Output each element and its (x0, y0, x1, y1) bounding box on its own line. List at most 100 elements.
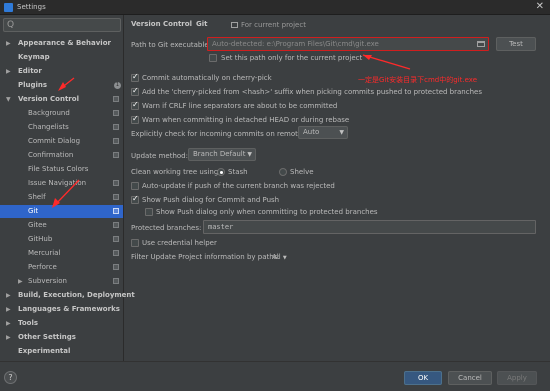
path-label: Path to Git executable: (131, 41, 211, 49)
project-scope-icon (113, 194, 119, 200)
explicit-check-select[interactable]: Auto ▼ (298, 126, 348, 139)
project-scope-icon (113, 278, 119, 284)
project-scope-icon (113, 208, 119, 214)
settings-sidebar: Q ▶ Appearance & Behavior Keymap ▶ Edito… (0, 15, 135, 361)
sidebar-item-git[interactable]: Git (0, 205, 123, 218)
sidebar-item-background[interactable]: Background (0, 107, 123, 120)
chevron-right-icon: ▶ (6, 306, 11, 313)
show-push-dialog-label: Show Push dialog for Commit and Push (142, 196, 280, 204)
project-icon (231, 22, 238, 28)
sidebar-item-other-settings[interactable]: ▶ Other Settings (0, 331, 123, 344)
folder-icon[interactable] (477, 41, 485, 47)
project-scope-icon (113, 180, 119, 186)
filter-select[interactable]: All ▼ (272, 253, 287, 261)
sidebar-item-tools[interactable]: ▶ Tools (0, 317, 123, 330)
project-scope-icon (113, 96, 119, 102)
chevron-right-icon: ▶ (6, 40, 11, 47)
chevron-down-icon: ▼ (339, 129, 344, 136)
apply-button[interactable]: Apply (497, 371, 537, 385)
show-push-dialog-checkbox[interactable] (131, 194, 139, 204)
project-scope-icon (113, 152, 119, 158)
git-settings-panel: Version Control › Git For current projec… (125, 15, 550, 361)
project-scope-icon (113, 236, 119, 242)
chevron-right-icon: ▶ (18, 278, 23, 285)
warn-crlf-checkbox[interactable] (131, 100, 139, 110)
title-bar: Settings ✕ (0, 0, 550, 15)
warn-detached-label: Warn when committing in detached HEAD or… (142, 116, 350, 124)
show-push-protected-checkbox[interactable] (145, 208, 153, 216)
commit-cherry-pick-checkbox[interactable] (131, 72, 139, 82)
notification-badge: 1 (114, 82, 121, 89)
chevron-right-icon: ▶ (6, 68, 11, 75)
sidebar-item-confirmation[interactable]: Confirmation (0, 149, 123, 162)
sidebar-item-build-execution-deployment[interactable]: ▶ Build, Execution, Deployment (0, 289, 135, 302)
explicit-check-label: Explicitly check for incoming commits on… (131, 130, 309, 138)
sidebar-item-version-control[interactable]: ▼ Version Control (0, 93, 123, 106)
project-scope-icon (113, 264, 119, 270)
breadcrumb-version-control[interactable]: Version Control (131, 20, 192, 28)
sidebar-item-file-status-colors[interactable]: File Status Colors (0, 163, 123, 176)
dialog-footer: ? OK Cancel Apply (0, 361, 550, 391)
cancel-button[interactable]: Cancel (448, 371, 492, 385)
scope-hint: For current project (231, 21, 306, 29)
chevron-right-icon: ▶ (6, 292, 11, 299)
sidebar-item-perforce[interactable]: Perforce (0, 261, 123, 274)
set-path-only-label: Set this path only for the current proje… (221, 54, 363, 62)
clean-tree-label: Clean working tree using: (131, 168, 221, 176)
sidebar-item-languages-frameworks[interactable]: ▶ Languages & Frameworks (0, 303, 123, 316)
update-method-select[interactable]: Branch Default ▼ (188, 148, 256, 161)
project-scope-icon (113, 124, 119, 130)
test-button[interactable]: Test (496, 37, 536, 51)
chevron-down-icon: ▼ (6, 96, 11, 103)
credential-helper-label: Use credential helper (142, 239, 217, 247)
protected-branches-label: Protected branches: (131, 224, 202, 232)
sidebar-item-mercurial[interactable]: Mercurial (0, 247, 123, 260)
stash-label: Stash (228, 168, 248, 176)
cherry-picked-suffix-checkbox[interactable] (131, 86, 139, 96)
sidebar-item-plugins[interactable]: Plugins 1 (0, 79, 123, 92)
update-method-label: Update method: (131, 152, 188, 160)
sidebar-item-github[interactable]: GitHub (0, 233, 123, 246)
sidebar-item-editor[interactable]: ▶ Editor (0, 65, 123, 78)
sidebar-item-experimental[interactable]: Experimental (0, 345, 123, 358)
auto-update-label: Auto-update if push of the current branc… (142, 182, 335, 190)
sidebar-item-shelf[interactable]: Shelf (0, 191, 123, 204)
chevron-right-icon: ▶ (6, 320, 11, 327)
warn-detached-checkbox[interactable] (131, 114, 139, 124)
search-icon: Q (7, 20, 15, 30)
set-path-only-checkbox[interactable] (209, 54, 217, 62)
close-icon[interactable]: ✕ (536, 1, 544, 12)
project-scope-icon (113, 110, 119, 116)
protected-branches-field[interactable]: master (203, 220, 536, 234)
project-scope-icon (113, 138, 119, 144)
stash-radio[interactable] (217, 168, 225, 176)
sidebar-item-changelists[interactable]: Changelists (0, 121, 123, 134)
chevron-down-icon: ▼ (247, 151, 252, 158)
sidebar-item-keymap[interactable]: Keymap (0, 51, 123, 64)
chevron-down-icon: ▼ (282, 255, 287, 261)
cherry-picked-suffix-label: Add the 'cherry-picked from <hash>' suff… (142, 88, 482, 96)
project-scope-icon (113, 250, 119, 256)
app-icon (4, 3, 13, 12)
sidebar-item-commit-dialog[interactable]: Commit Dialog (0, 135, 123, 148)
project-scope-icon (113, 222, 119, 228)
credential-helper-checkbox[interactable] (131, 239, 139, 247)
commit-cherry-pick-label: Commit automatically on cherry-pick (142, 74, 272, 82)
auto-update-checkbox[interactable] (131, 182, 139, 190)
shelve-radio[interactable] (279, 168, 287, 176)
shelve-label: Shelve (290, 168, 314, 176)
chevron-right-icon: ▶ (6, 334, 11, 341)
help-button[interactable]: ? (4, 371, 17, 384)
sidebar-item-gitee[interactable]: Gitee (0, 219, 123, 232)
show-push-protected-label: Show Push dialog only when committing to… (156, 208, 378, 216)
sidebar-item-subversion[interactable]: ▶ Subversion (0, 275, 123, 288)
filter-label: Filter Update Project information by pat… (131, 253, 280, 261)
sidebar-item-issue-navigation[interactable]: Issue Navigation (0, 177, 123, 190)
annotation-note: 一定是Git安装目录下cmd中的git.exe (358, 76, 477, 84)
search-input[interactable]: Q (3, 18, 121, 32)
breadcrumb-separator: › (189, 20, 192, 28)
sidebar-item-appearance-behavior[interactable]: ▶ Appearance & Behavior (0, 37, 123, 50)
git-path-field[interactable]: Auto-detected: e:\Program Files\Git\cmd\… (207, 37, 489, 51)
breadcrumb-git: Git (196, 20, 208, 28)
ok-button[interactable]: OK (404, 371, 442, 385)
